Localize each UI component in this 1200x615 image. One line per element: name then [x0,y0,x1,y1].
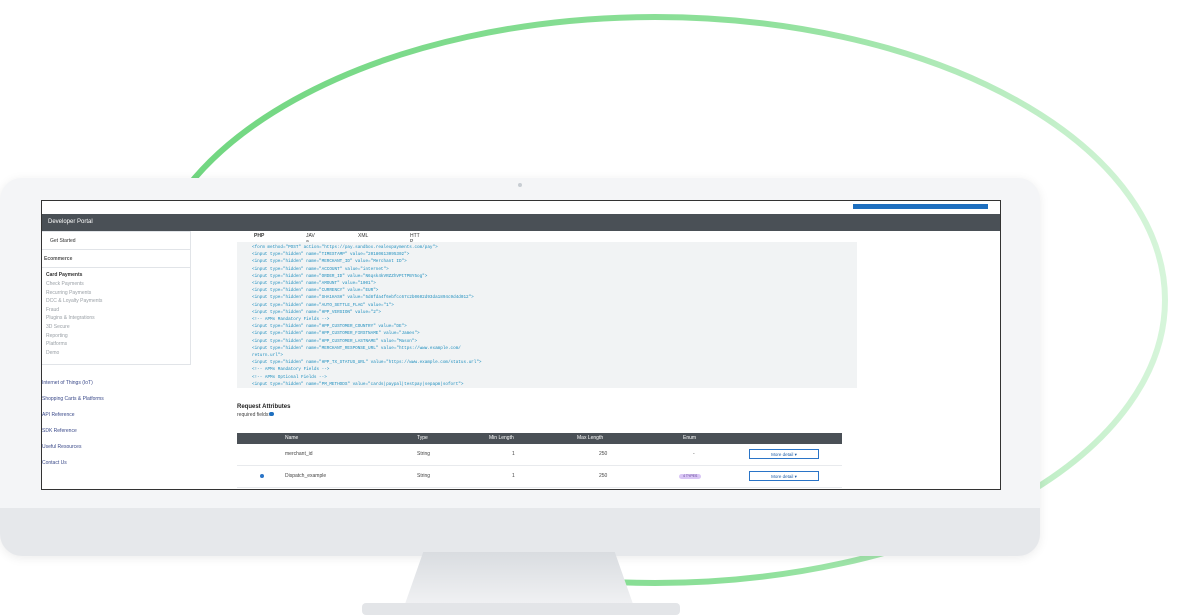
table-row: Dispatch_example String 1 250 4 TYPES Mo… [237,466,842,488]
sidebar: Get Started Ecommerce Card Payments Chec… [42,231,192,489]
required-icon [260,474,264,478]
top-bar-accent [853,204,988,209]
code-line: <input type="hidden" name="HPP_TX_STATUS… [252,360,482,366]
cell-min: 1 [512,451,515,457]
code-line: <input type="hidden" name="ORDER_ID" val… [252,273,428,279]
code-line: <!-- APMs Mandatory Fields --> [252,317,330,323]
request-attributes-title: Request Attributes [237,404,291,410]
monitor-base [362,603,680,615]
sidebar-item-api-reference[interactable]: API Reference [42,407,104,423]
tab-xml[interactable]: XML [358,233,388,239]
sidebar-item-useful-resources[interactable]: Useful Resources [42,439,104,455]
code-line: <input type="hidden" name="HPP_CUSTOMER_… [252,324,407,330]
code-line: <input type="hidden" name="CURRENCY" val… [252,288,379,294]
sidebar-item-card-payments[interactable]: Card Payments [46,272,82,278]
sidebar-subitem[interactable]: Plugins & Integrations [46,314,102,323]
sidebar-subitem[interactable]: Demo [46,349,102,358]
sidebar-subitem[interactable]: Recurring Payments [46,289,102,298]
table-row: merchant_id String 1 250 - More detail ▾ [237,444,842,466]
sidebar-item-ecommerce[interactable]: Ecommerce [42,250,190,268]
sidebar-item-sdk-reference[interactable]: SDK Reference [42,423,104,439]
sidebar-item-contact-us[interactable]: Contact Us [42,455,104,471]
top-bar [42,201,1000,214]
code-line: return.url"> [252,353,283,359]
cell-name: Dispatch_example [285,473,327,479]
monitor-stand [405,552,633,604]
more-detail-label: More detail [771,452,794,457]
sidebar-item-get-started[interactable]: Get Started [42,232,190,250]
code-line: <input type="hidden" name="ACCOUNT" valu… [252,266,389,272]
sidebar-subitem[interactable]: Platforms [46,340,102,349]
cell-max: 250 [599,473,608,479]
code-line: <input type="hidden" name="SHA1HASH" val… [252,295,474,301]
column-header: Type [417,435,428,441]
column-header: Min Length [489,435,514,441]
code-line: <form method="POST" action="https://pay.… [252,245,438,250]
code-line: <input type="hidden" name="TIMESTAMP" va… [252,252,410,258]
screen: Developer Portal Get Started Ecommerce C… [41,200,1001,490]
sidebar-subitem[interactable]: 3D Secure [46,323,102,332]
sidebar-panel: Get Started Ecommerce Card Payments Chec… [42,231,191,365]
sidebar-subitem[interactable]: Fraud [46,306,102,315]
cell-type: String [417,473,431,479]
code-line: <input type="hidden" name="MERCHANT_RESP… [252,345,461,351]
cell-min: 1 [512,473,515,479]
code-block[interactable]: <form method="POST" action="https://pay.… [237,242,857,388]
sidebar-subitem[interactable]: Check Payments [46,280,102,289]
code-line: <input type="hidden" name="PM_METHODS" v… [252,381,464,387]
enum-badge[interactable]: 4 TYPES [679,474,702,479]
code-line: <input type="hidden" name="AMOUNT" value… [252,281,376,287]
required-fields-label: required fields: [237,412,270,418]
tab-label: XML [358,233,369,239]
cell-max: 250 [599,451,608,457]
code-line: <input type="hidden" name="MERCHANT_ID" … [252,259,407,265]
tab-label: PHP [254,233,265,239]
more-detail-button[interactable]: More detail ▾ [749,449,819,459]
cell-enum: - [693,451,695,457]
main-content: PHP JAVa XML HTTP <form method="POST" ac… [192,231,1000,489]
cell-type: String [417,451,431,457]
sidebar-subitem[interactable]: DCC & Loyalty Payments [46,297,102,306]
card-payments-sublist: Check Payments Recurring Payments DCC & … [46,280,102,357]
code-line: <input type="hidden" name="HPP_CUSTOMER_… [252,338,418,344]
attributes-table: Name Type Min Length Max Length Enum mer… [237,433,842,488]
code-line: <input type="hidden" name="HPP_CUSTOMER_… [252,331,420,337]
column-header: Max Length [577,435,604,441]
portal-header: Developer Portal [42,214,1000,231]
more-detail-button[interactable]: More detail ▾ [749,471,819,481]
tab-php[interactable]: PHP [254,233,284,239]
required-marker-icon [269,412,274,416]
column-header: Enum [683,435,697,441]
sidebar-subitem[interactable]: Reporting [46,332,102,341]
sidebar-nav: Internet of Things (IoT) Shopping Carts … [42,375,104,471]
monitor-chin [0,508,1040,556]
table-header: Name Type Min Length Max Length Enum [237,433,842,444]
code-line: <!-- APMs Mandatory Fields --> [252,367,330,373]
cell-name: merchant_id [285,451,313,457]
code-line: <input type="hidden" name="AUTO_SETTLE_F… [252,302,394,308]
sidebar-item-shopping-carts[interactable]: Shopping Carts & Platforms [42,391,104,407]
code-line: <!-- APMs Optional Fields --> [252,374,327,380]
sidebar-item-iot[interactable]: Internet of Things (IoT) [42,375,104,391]
more-detail-label: More detail [771,474,794,479]
column-header: Name [285,435,299,441]
camera-dot [518,183,522,187]
code-line: <input type="hidden" name="HPP_VERSION" … [252,309,381,315]
